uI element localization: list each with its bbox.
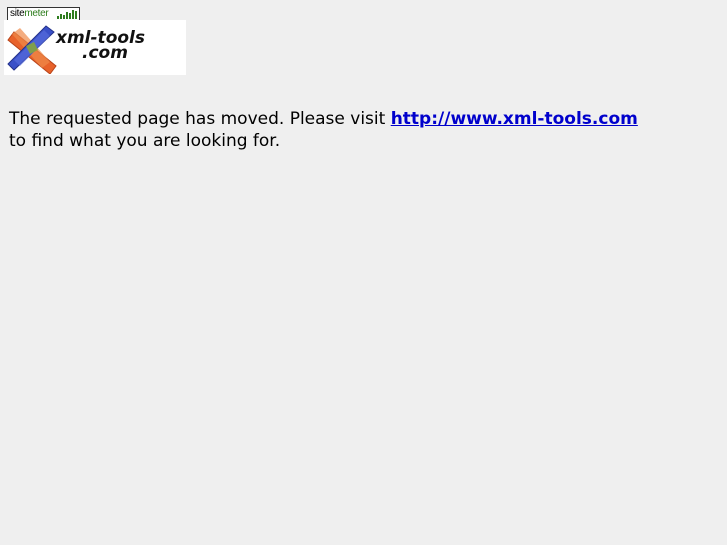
x-logo-icon: [7, 25, 57, 74]
message-text-before: The requested page has moved. Please vis…: [9, 109, 391, 129]
message-text-after: to find what you are looking for.: [9, 131, 281, 151]
sitemeter-label-site: site: [10, 8, 25, 19]
sitemeter-label: sitemeter: [10, 8, 49, 20]
site-logo[interactable]: xml-tools .com: [4, 20, 186, 75]
sitemeter-label-meter: meter: [24, 8, 49, 19]
redirect-link[interactable]: http://www.xml-tools.com: [391, 109, 638, 129]
bar-chart-icon: [57, 10, 77, 19]
logo-text-line2: .com: [82, 43, 128, 63]
sitemeter-badge[interactable]: sitemeter: [7, 7, 80, 21]
moved-message: The requested page has moved. Please vis…: [9, 108, 709, 152]
